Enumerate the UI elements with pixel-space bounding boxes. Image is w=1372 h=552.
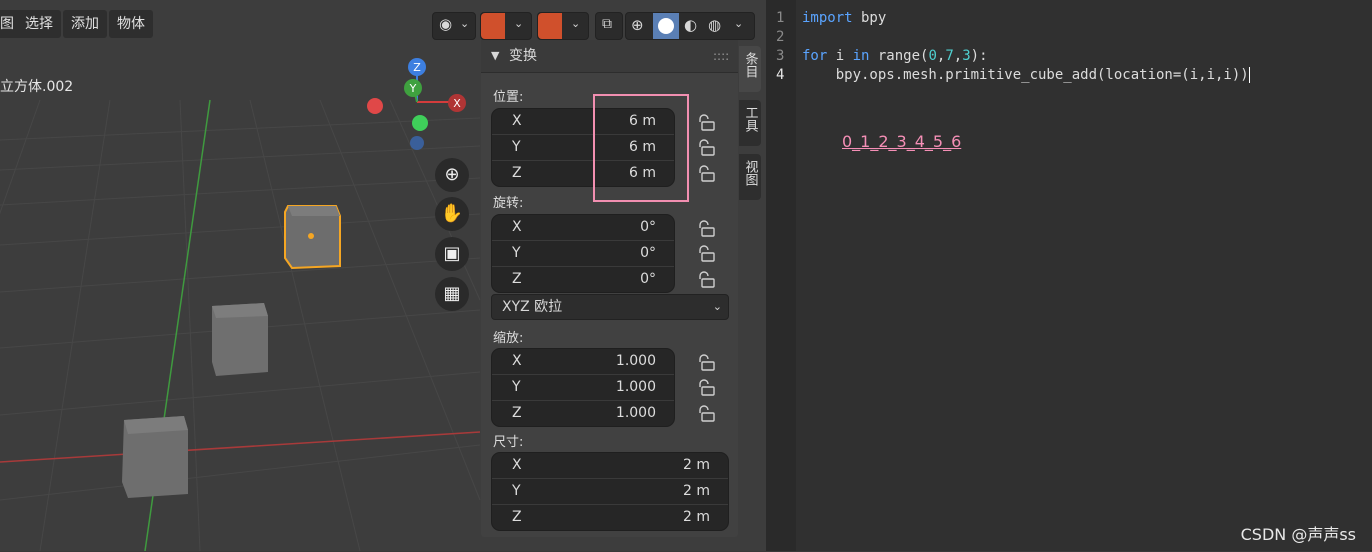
scale-fields: X 1.000 Y 1.000 Z 1.000 bbox=[491, 348, 675, 427]
axis-label: Y bbox=[512, 483, 521, 499]
panel-header[interactable]: ▼ 变换 :::: bbox=[481, 40, 738, 73]
scale-x-field[interactable]: X 1.000 bbox=[492, 349, 674, 375]
collapse-triangle-icon[interactable]: ▼ bbox=[491, 40, 499, 72]
text-cursor bbox=[1248, 67, 1250, 83]
line-number: 1 bbox=[776, 10, 785, 26]
axis-label: X bbox=[512, 219, 522, 235]
axis-label: X bbox=[512, 457, 522, 473]
xray-icon: ⧉ bbox=[602, 16, 612, 32]
tab-view[interactable]: 视图 bbox=[739, 154, 761, 200]
gizmo-dropdown[interactable]: ⌄ bbox=[480, 12, 532, 40]
rendered-shading-icon[interactable]: ◍ bbox=[708, 16, 721, 34]
overlay-icon bbox=[538, 13, 562, 39]
perspective-grid-icon[interactable]: ▦ bbox=[435, 277, 469, 311]
watermark: CSDN @声声ss bbox=[1240, 525, 1356, 544]
code-line-4[interactable]: bpy.ops.mesh.primitive_cube_add(location… bbox=[802, 67, 1250, 83]
handwritten-annotation: 0_1_2_3_4_5_6 bbox=[842, 132, 962, 151]
menu-object[interactable]: 物体 bbox=[109, 10, 153, 38]
camera-icon[interactable]: ▣ bbox=[435, 237, 469, 271]
tab-tool[interactable]: 工具 bbox=[739, 100, 761, 146]
drag-handle-icon[interactable]: :::: bbox=[713, 40, 729, 72]
code-line-3[interactable]: for i in range(0,7,3): bbox=[802, 48, 988, 64]
overlay-dropdown[interactable]: ⌄ bbox=[537, 12, 589, 40]
eye-icon: ◉ bbox=[439, 15, 453, 33]
xray-toggle[interactable]: ⧉ bbox=[595, 12, 623, 40]
tab-item[interactable]: 条目 bbox=[739, 46, 761, 92]
line-number: 4 bbox=[776, 67, 785, 83]
scale-label: 缩放: bbox=[493, 331, 524, 346]
chevron-down-icon: ⌄ bbox=[734, 17, 744, 30]
y-axis-label: Y bbox=[409, 82, 417, 95]
axis-label: Y bbox=[512, 139, 521, 155]
axis-label: Z bbox=[512, 271, 522, 287]
zoom-icon[interactable]: ⊕ bbox=[435, 158, 469, 192]
dimensions-x-field[interactable]: X2 m bbox=[492, 453, 728, 479]
rotation-y-field[interactable]: Y 0° bbox=[492, 241, 674, 267]
shading-group[interactable]: ⊕ ◐ ◍ ⌄ bbox=[625, 12, 755, 40]
highlight-box bbox=[593, 94, 689, 202]
axis-label: Y bbox=[512, 245, 521, 261]
field-value: 0° bbox=[640, 245, 656, 261]
lock-icons bbox=[699, 114, 715, 422]
chevron-down-icon: ⌄ bbox=[460, 17, 470, 30]
scale-z-field[interactable]: Z 1.000 bbox=[492, 401, 674, 426]
field-value: 1.000 bbox=[615, 353, 656, 369]
material-shading-icon[interactable]: ◐ bbox=[684, 16, 697, 34]
axis-label: Y bbox=[512, 379, 521, 395]
line-number: 2 bbox=[776, 29, 785, 45]
gizmo-icon bbox=[481, 13, 505, 39]
dimensions-fields: X2 m Y2 m Z2 m bbox=[491, 452, 729, 531]
solid-shading-icon[interactable] bbox=[653, 13, 679, 39]
field-value: 0° bbox=[640, 271, 656, 287]
navigation-gizmo[interactable]: Z Y X bbox=[360, 55, 470, 155]
rotation-fields: X 0° Y 0° Z 0° bbox=[491, 214, 675, 293]
rotation-label: 旋转: bbox=[493, 196, 524, 211]
code-line-1[interactable]: import bpy bbox=[802, 10, 886, 26]
axis-label: X bbox=[512, 113, 522, 129]
axis-label: Z bbox=[512, 405, 522, 421]
field-value: 1.000 bbox=[615, 379, 656, 395]
field-value: 0° bbox=[640, 219, 656, 235]
menu-select[interactable]: 选择 bbox=[17, 10, 61, 38]
wireframe-shading-icon[interactable]: ⊕ bbox=[631, 16, 644, 34]
axis-label: Z bbox=[512, 509, 522, 525]
line-number: 3 bbox=[776, 48, 785, 64]
scale-y-field[interactable]: Y 1.000 bbox=[492, 375, 674, 401]
rotation-mode-select[interactable]: XYZ 欧拉 ⌄ bbox=[491, 294, 729, 320]
rotation-z-field[interactable]: Z 0° bbox=[492, 267, 674, 292]
axis-label: X bbox=[512, 353, 522, 369]
hand-pan-icon[interactable]: ✋ bbox=[435, 197, 469, 231]
chevron-down-icon: ⌄ bbox=[514, 17, 524, 30]
location-label: 位置: bbox=[493, 90, 524, 105]
chevron-down-icon: ⌄ bbox=[571, 17, 581, 30]
dimensions-z-field[interactable]: Z2 m bbox=[492, 505, 728, 530]
text-editor[interactable]: 1 2 3 4 import bpy for i in range(0,7,3)… bbox=[766, 0, 1372, 551]
field-value: 1.000 bbox=[615, 405, 656, 421]
rotation-x-field[interactable]: X 0° bbox=[492, 215, 674, 241]
visibility-dropdown[interactable]: ◉ ⌄ bbox=[432, 12, 476, 40]
z-axis-label: Z bbox=[413, 61, 421, 74]
dimensions-y-field[interactable]: Y2 m bbox=[492, 479, 728, 505]
transform-panel: ▼ 变换 :::: 位置: X6 m Y6 m Z6 m 旋转: X 0° Y 0°… bbox=[481, 40, 738, 537]
axis-label: Z bbox=[512, 165, 522, 181]
menu-add[interactable]: 添加 bbox=[63, 10, 107, 38]
x-axis-label: X bbox=[453, 97, 461, 110]
rotation-mode-value: XYZ 欧拉 bbox=[502, 299, 563, 315]
selected-cube bbox=[284, 205, 341, 270]
panel-title: 变换 bbox=[509, 48, 537, 64]
active-object-name: 立方体.002 bbox=[0, 79, 74, 95]
dimensions-label: 尺寸: bbox=[493, 435, 524, 450]
